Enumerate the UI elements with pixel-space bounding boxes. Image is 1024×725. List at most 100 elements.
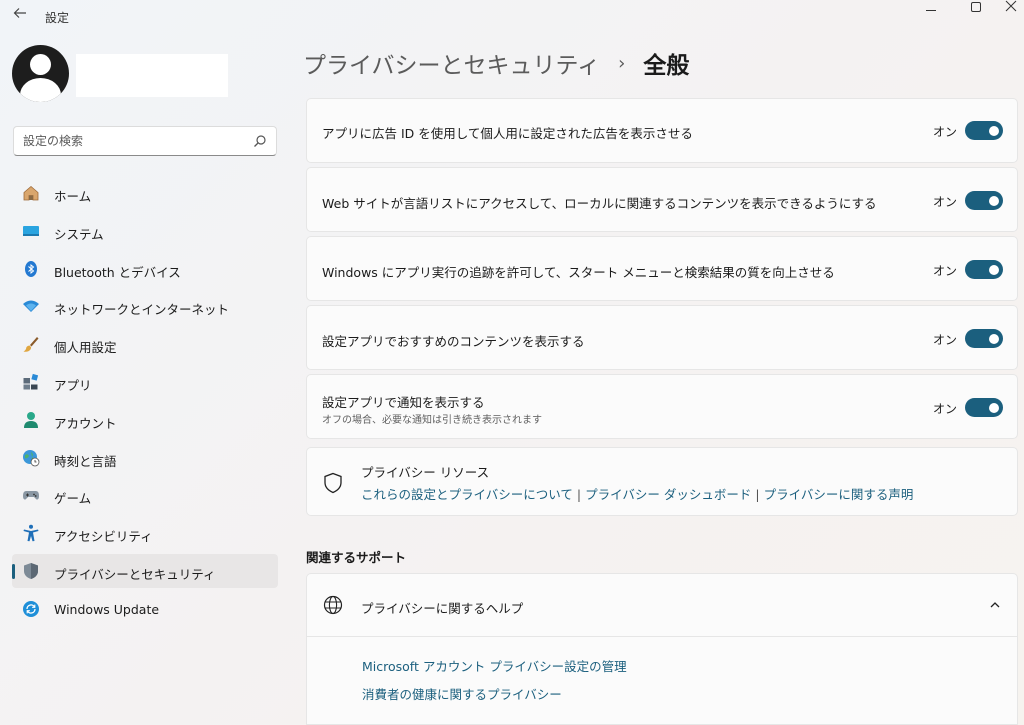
notifications-toggle[interactable] (965, 398, 1003, 417)
maximize-icon (971, 2, 981, 12)
sidebar-item-accessibility[interactable]: アクセシビリティ (12, 516, 278, 550)
sidebar-item-label: Bluetooth とデバイス (54, 264, 181, 280)
privacy-resources-card: プライバシー リソース これらの設定とプライバシーについて | プライバシー ダッシ… (306, 447, 1018, 516)
toggle-state-label: オン (933, 402, 958, 416)
system-icon (23, 225, 39, 236)
toggle-state-label: オン (933, 195, 958, 209)
setting-label: アプリに広告 ID を使用して個人用に設定された広告を表示させる (322, 126, 693, 141)
account-icon (24, 411, 38, 428)
globe-clock-icon (23, 449, 40, 466)
link-about-settings-privacy[interactable]: これらの設定とプライバシーについて (361, 487, 573, 502)
sidebar-item-label: Windows Update (54, 601, 160, 617)
setting-label: Web サイトが言語リストにアクセスして、ローカルに関連するコンテンツを表示でき… (322, 196, 877, 211)
avatar-body (20, 78, 61, 102)
update-icon (23, 600, 39, 617)
sidebar-item-network[interactable]: ネットワークとインターネット (12, 289, 278, 323)
bluetooth-icon (25, 260, 37, 277)
toggle-state-label: オン (933, 333, 958, 347)
suggested-content-toggle[interactable] (965, 329, 1003, 348)
sidebar-item-label: アカウント (54, 415, 117, 431)
profile-name-redacted (76, 54, 228, 97)
globe-icon (323, 595, 343, 615)
privacy-help-header[interactable]: プライバシーに関するヘルプ (307, 574, 1017, 637)
link-consumer-health-privacy[interactable]: 消費者の健康に関するプライバシー (362, 684, 562, 703)
sidebar-item-personalization[interactable]: 個人用設定 (12, 327, 278, 361)
setting-card-advertising-id: アプリに広告 ID を使用して個人用に設定された広告を表示させる オン (306, 98, 1018, 163)
minimize-button[interactable] (908, 0, 954, 18)
accessibility-icon (23, 524, 39, 542)
sidebar-item-label: 個人用設定 (54, 340, 117, 356)
sidebar-item-label: ホーム (54, 189, 92, 204)
page-title: 全般 (643, 53, 690, 79)
gamepad-icon (23, 491, 39, 500)
toggle-knob (989, 402, 999, 413)
privacy-help-card: プライバシーに関するヘルプ Microsoft アカウント プライバシー設定の管… (306, 573, 1018, 725)
link-separator: | (576, 487, 582, 502)
toggle-state-label: オン (933, 125, 958, 139)
breadcrumb: プライバシーとセキュリティ › 全般 (303, 46, 689, 80)
link-manage-account-privacy[interactable]: Microsoft アカウント プライバシー設定の管理 (362, 656, 627, 675)
sidebar-item-label: プライバシーとセキュリティ (54, 566, 216, 582)
brush-icon (23, 337, 39, 352)
related-support-heading: 関連するサポート (306, 550, 407, 565)
sidebar-item-apps[interactable]: アプリ (12, 365, 278, 399)
setting-card-app-launch-tracking: Windows にアプリ実行の追跡を許可して、スタート メニューと検索結果の質を… (306, 236, 1018, 301)
sidebar-item-label: ネットワークとインターネット (54, 302, 230, 318)
back-button[interactable] (10, 6, 30, 26)
sidebar-item-label: ゲーム (54, 491, 92, 507)
toggle-knob (989, 264, 999, 275)
language-list-toggle[interactable] (965, 191, 1003, 210)
sidebar-item-label: アプリ (54, 377, 92, 393)
shield-icon (24, 562, 38, 579)
link-separator: | (755, 487, 760, 502)
privacy-resources-links: これらの設定とプライバシーについて | プライバシー ダッシュボード | プライバシーに… (361, 484, 913, 503)
setting-label: 設定アプリでおすすめのコンテンツを表示する (322, 334, 585, 349)
setting-label: Windows にアプリ実行の追跡を許可して、スタート メニューと検索結果の質を… (322, 265, 835, 280)
toggle-state-label: オン (933, 264, 958, 278)
sidebar-item-home[interactable]: ホーム (12, 176, 278, 210)
sidebar-item-label: アクセシビリティ (54, 529, 153, 545)
home-icon (23, 185, 39, 201)
back-arrow-icon (13, 8, 26, 18)
maximize-button[interactable] (953, 0, 999, 18)
setting-label: 設定アプリで通知を表示する (322, 395, 485, 410)
sidebar-item-label: システム (54, 226, 104, 242)
title-bar: 設定 (0, 0, 1024, 32)
setting-card-notifications: 設定アプリで通知を表示する オフの場合、必要な通知は引き続き表示されます オン (306, 374, 1018, 439)
setting-card-language-list: Web サイトが言語リストにアクセスして、ローカルに関連するコンテンツを表示でき… (306, 167, 1018, 232)
link-privacy-dashboard[interactable]: プライバシー ダッシュボード (585, 487, 751, 502)
search-input[interactable] (23, 133, 243, 149)
close-icon (1005, 0, 1017, 12)
toggle-knob (989, 195, 999, 206)
minimize-icon (926, 10, 936, 11)
wifi-icon (23, 300, 39, 313)
link-privacy-statement[interactable]: プライバシーに関する声明 (764, 487, 914, 502)
app-launch-tracking-toggle[interactable] (965, 260, 1003, 279)
setting-description: オフの場合、必要な通知は引き続き表示されます (322, 415, 542, 426)
avatar-head (30, 54, 51, 75)
sidebar-item-privacy-security[interactable]: プライバシーとセキュリティ (12, 553, 278, 588)
avatar[interactable] (12, 45, 69, 102)
toggle-knob (989, 333, 999, 344)
sidebar-item-accounts[interactable]: アカウント (12, 403, 278, 437)
app-title: 設定 (45, 11, 70, 25)
toggle-knob (989, 125, 999, 136)
advertising-id-toggle[interactable] (965, 121, 1003, 140)
sidebar-item-system[interactable]: システム (12, 214, 278, 248)
sidebar-item-bluetooth[interactable]: Bluetooth とデバイス (12, 252, 278, 286)
shield-outline-icon (324, 472, 342, 494)
search-icon[interactable] (253, 134, 267, 148)
sidebar-item-label: 時刻と言語 (54, 453, 117, 469)
apps-icon (23, 373, 39, 390)
privacy-resources-title: プライバシー リソース (361, 465, 490, 480)
chevron-up-icon[interactable] (988, 598, 1002, 612)
sidebar-nav: ホーム システム Bluetooth とデバイス ネットワークとインターネット … (12, 176, 278, 630)
sidebar-item-gaming[interactable]: ゲーム (12, 478, 278, 512)
breadcrumb-separator: › (618, 52, 626, 74)
sidebar-item-time-language[interactable]: 時刻と言語 (12, 441, 278, 475)
setting-card-suggested-content: 設定アプリでおすすめのコンテンツを表示する オン (306, 305, 1018, 370)
breadcrumb-parent[interactable]: プライバシーとセキュリティ (303, 46, 600, 80)
sidebar-item-windows-update[interactable]: Windows Update (12, 592, 278, 626)
close-button[interactable] (998, 0, 1024, 18)
search-box[interactable] (13, 126, 277, 156)
